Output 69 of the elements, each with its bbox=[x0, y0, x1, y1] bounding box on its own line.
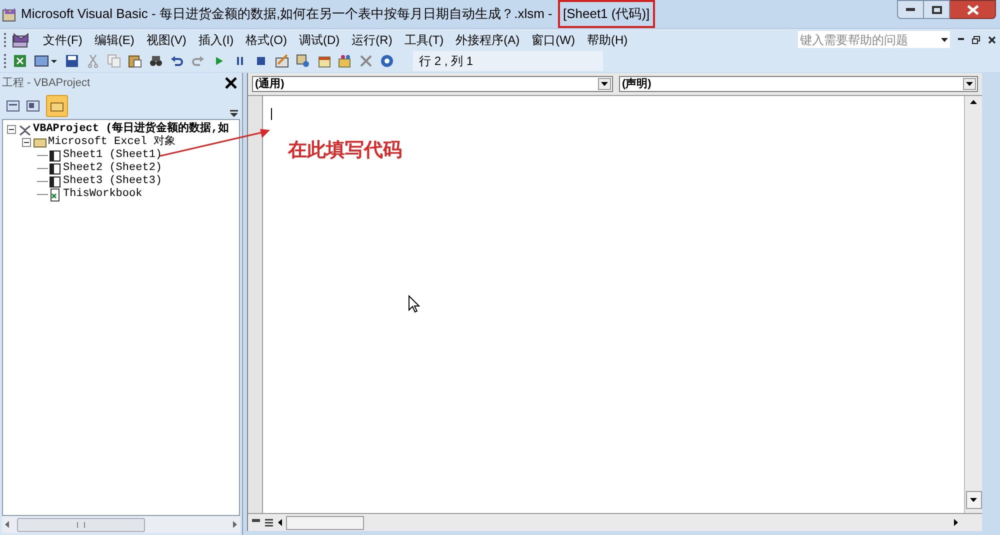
horizontal-scrollbar[interactable] bbox=[2, 516, 240, 533]
window-title: Microsoft Visual Basic - 每日进货金额的数据,如何在另一个表中按每月日期自动生成？.xlsm - bbox=[21, 5, 554, 24]
vertical-scrollbar[interactable] bbox=[964, 96, 982, 513]
binoculars-icon[interactable] bbox=[149, 54, 163, 68]
scroll-down-icon[interactable] bbox=[970, 498, 977, 502]
close-button[interactable] bbox=[950, 0, 996, 19]
cursor-position: 行 2 , 列 1 bbox=[419, 53, 474, 70]
annotation-text: 在此填写代码 bbox=[288, 138, 402, 163]
restore-icon[interactable] bbox=[972, 36, 980, 44]
scrollbar-thumb[interactable] bbox=[17, 518, 145, 532]
dropdown-icon[interactable] bbox=[941, 38, 948, 42]
pane-title: 工程 - VBAProject bbox=[2, 76, 90, 91]
minimize-button[interactable] bbox=[897, 0, 924, 19]
excel-icon[interactable] bbox=[13, 54, 27, 68]
collapse-icon[interactable] bbox=[7, 125, 16, 134]
scroll-right-icon[interactable] bbox=[954, 519, 958, 526]
menu-item[interactable]: 运行(R) bbox=[346, 30, 398, 48]
text-cursor bbox=[271, 108, 272, 120]
menu-item[interactable]: 外接程序(A) bbox=[450, 30, 526, 48]
view-object-icon[interactable] bbox=[26, 100, 40, 112]
menu-item[interactable]: 帮助(H) bbox=[580, 30, 634, 48]
scroll-up-icon[interactable] bbox=[970, 100, 977, 104]
help-icon[interactable] bbox=[380, 54, 394, 68]
menu-item[interactable]: 格式(O) bbox=[240, 30, 293, 48]
close-icon[interactable] bbox=[988, 36, 996, 44]
sheet-icon bbox=[48, 148, 62, 162]
folder-icon bbox=[33, 136, 47, 150]
menu-item[interactable]: 窗口(W) bbox=[526, 30, 581, 48]
save-icon[interactable] bbox=[65, 54, 79, 68]
scrollbar-thumb[interactable] bbox=[286, 516, 364, 530]
menu-item[interactable]: 插入(I) bbox=[192, 30, 240, 48]
dropdown-icon bbox=[601, 82, 608, 86]
toolbar-options-icon[interactable] bbox=[230, 109, 238, 117]
help-search-field[interactable]: 键入需要帮助的问题 bbox=[798, 31, 950, 48]
workbook-icon bbox=[48, 188, 62, 202]
menu-item[interactable]: 调试(D) bbox=[292, 30, 346, 48]
object-dropdown[interactable]: (通用) bbox=[252, 76, 613, 92]
maximize-button[interactable] bbox=[924, 0, 950, 19]
collapse-icon[interactable] bbox=[22, 138, 31, 147]
design-mode-icon[interactable] bbox=[275, 54, 289, 68]
menu-item[interactable]: 视图(V) bbox=[140, 30, 192, 48]
procedure-dropdown[interactable]: (声明) bbox=[619, 76, 978, 92]
mouse-pointer-icon bbox=[408, 295, 420, 313]
tree-item[interactable]: ThisWorkbook bbox=[63, 186, 142, 203]
menu-item[interactable]: 编辑(E) bbox=[88, 30, 140, 48]
undo-icon[interactable] bbox=[170, 54, 184, 68]
dropdown-icon bbox=[966, 82, 973, 86]
project-explorer-icon[interactable] bbox=[296, 54, 310, 68]
scroll-left-icon[interactable] bbox=[278, 519, 282, 526]
sheet-icon bbox=[48, 162, 62, 176]
app-icon bbox=[2, 6, 18, 22]
code-editor[interactable]: 在此填写代码 bbox=[263, 96, 964, 513]
menu-item[interactable]: 工具(T) bbox=[398, 30, 450, 48]
highlighted-title: [Sheet1 (代码)] bbox=[558, 0, 655, 28]
paste-icon[interactable] bbox=[128, 54, 142, 68]
userform-icon[interactable] bbox=[34, 54, 58, 68]
object-browser-icon[interactable] bbox=[338, 54, 352, 68]
minimize-icon[interactable] bbox=[958, 38, 964, 41]
stop-icon[interactable] bbox=[254, 54, 268, 68]
close-icon[interactable] bbox=[224, 76, 238, 90]
close-icon bbox=[966, 4, 978, 14]
view-code-icon[interactable] bbox=[6, 100, 20, 112]
toggle-folders-button[interactable] bbox=[46, 95, 68, 117]
menu-item[interactable]: 文件(F) bbox=[37, 30, 88, 48]
folder-icon bbox=[50, 100, 64, 112]
vba-icon[interactable] bbox=[11, 30, 31, 48]
full-module-view-icon[interactable] bbox=[264, 518, 274, 527]
properties-icon[interactable] bbox=[317, 54, 331, 68]
sheet-icon bbox=[48, 174, 62, 188]
